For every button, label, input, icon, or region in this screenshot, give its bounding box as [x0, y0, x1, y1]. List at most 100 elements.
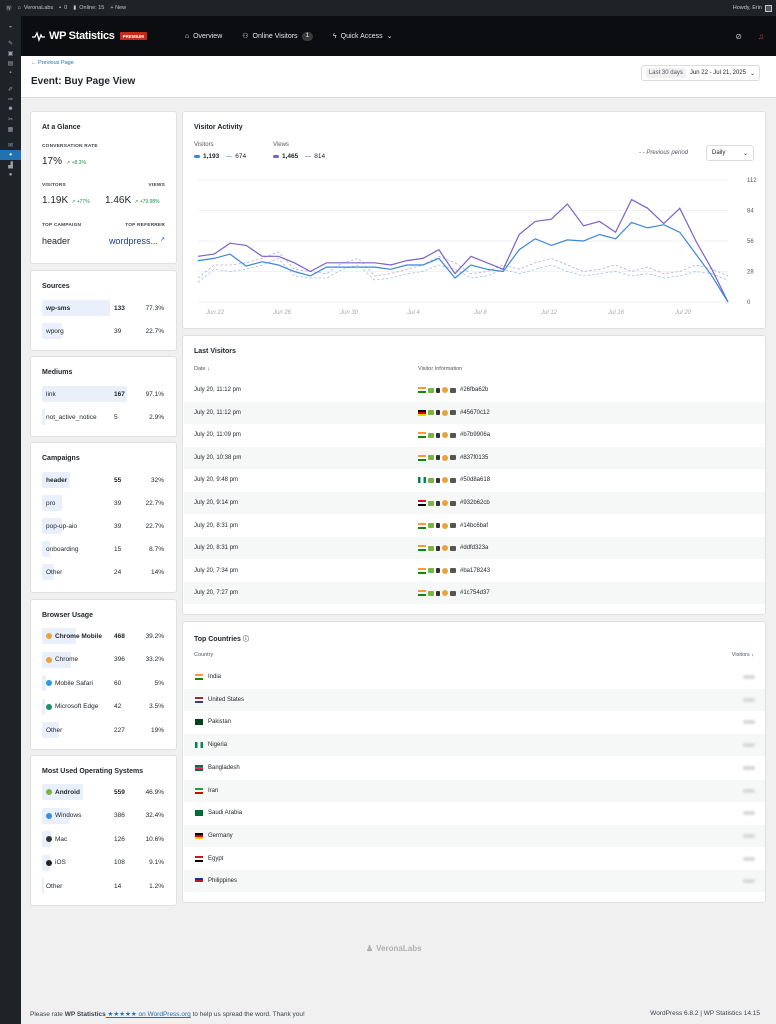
- period-select[interactable]: Daily ⌄: [706, 145, 754, 161]
- country-row[interactable]: Bangladesh: [184, 757, 765, 779]
- browsers-row[interactable]: Microsoft Edge 42 3.5%: [42, 698, 164, 715]
- table-row[interactable]: July 20, 9:48 pm #50d8a618: [184, 469, 765, 491]
- veronalabs-label: VeronaLabs: [376, 944, 422, 953]
- campaigns-row[interactable]: header 55 32%: [42, 472, 164, 488]
- row-percent: 19%: [150, 726, 164, 734]
- os-row[interactable]: Windows 386 32.4%: [42, 807, 164, 824]
- visitor-hash-link[interactable]: #1c754d37: [460, 590, 490, 596]
- os-row[interactable]: iOS 108 9.1%: [42, 854, 164, 871]
- visitor-hash-link[interactable]: #45670c12: [460, 410, 490, 416]
- os-row[interactable]: Other 14 1.2%: [42, 878, 164, 894]
- visitor-icons: #45670c12: [418, 409, 490, 416]
- table-row[interactable]: July 20, 11:12 pm #26fba62b: [184, 379, 765, 401]
- reports-icon[interactable]: ▟: [0, 160, 21, 170]
- os-row[interactable]: Mac 126 10.6%: [42, 831, 164, 847]
- posts-icon[interactable]: ✎: [0, 38, 21, 48]
- previous-page-link[interactable]: ← Previous Page: [31, 60, 74, 66]
- row-label-text: Chrome: [55, 656, 79, 663]
- os-icon: [428, 523, 434, 529]
- comments-link[interactable]: ▪ 0: [59, 5, 67, 11]
- site-name[interactable]: ⌂ VeronaLabs: [18, 5, 54, 11]
- visitor-hash-link[interactable]: #b7b9906a: [460, 432, 490, 438]
- new-link[interactable]: + New: [110, 5, 126, 11]
- check-circle-icon[interactable]: ⊘: [735, 32, 742, 41]
- row-percent: 10.6%: [145, 835, 164, 843]
- statistics-icon[interactable]: ◕: [0, 150, 21, 160]
- page-title: Event: Buy Page View: [31, 76, 136, 87]
- rate-link[interactable]: ★★★★★ on WordPress.org: [106, 1011, 191, 1018]
- table-row[interactable]: July 20, 8:31 pm #ddfd323a: [184, 537, 765, 560]
- row-count: 14: [114, 882, 122, 890]
- wp-statistics-logo[interactable]: WP Statistics PREMIUM: [31, 30, 147, 42]
- visitors-column-header[interactable]: Visitors ↓: [732, 652, 754, 658]
- date-range-picker[interactable]: Last 30 days Jun 22 - Jul 21, 2025 ⌄: [640, 65, 760, 81]
- appearance-icon[interactable]: ✐: [0, 84, 21, 94]
- table-row[interactable]: July 20, 10:38 pm #837f0135: [184, 446, 765, 469]
- mail-icon[interactable]: ✉: [0, 140, 21, 150]
- os-row[interactable]: Android 559 46.9%: [42, 784, 164, 800]
- table-row[interactable]: July 20, 7:27 pm #1c754d37: [184, 582, 765, 605]
- table-row[interactable]: July 20, 9:14 pm #932b62cb: [184, 492, 765, 514]
- table-row[interactable]: July 20, 8:31 pm #14bc6baf: [184, 515, 765, 537]
- visitor-hash-link[interactable]: #14bc6baf: [460, 523, 488, 529]
- campaigns-row[interactable]: pro 39 22.7%: [42, 495, 164, 511]
- bell-icon[interactable]: ♫: [758, 32, 764, 41]
- table-row[interactable]: July 20, 11:12 pm #45670c12: [184, 401, 765, 424]
- visitor-hash-link[interactable]: #ddfd323a: [460, 545, 488, 551]
- account-menu[interactable]: Howdy, Erin: [733, 4, 772, 12]
- row-label: pro: [46, 500, 55, 507]
- country-row[interactable]: India: [184, 666, 765, 688]
- visitor-hash-link[interactable]: #26fba62b: [460, 387, 488, 393]
- mediums-row[interactable]: link 167 97.1%: [42, 386, 164, 402]
- plugins-icon[interactable]: ✑: [0, 94, 21, 104]
- sources-row[interactable]: wp-sms 133 77.3%: [42, 300, 164, 316]
- country-row[interactable]: Nigeria: [184, 734, 765, 757]
- pages-icon[interactable]: ▤: [0, 58, 21, 68]
- browsers-row[interactable]: Mobile Safari 60 5%: [42, 675, 164, 691]
- visitor-hash-link[interactable]: #ba178243: [460, 568, 490, 574]
- row-label: header: [46, 477, 67, 484]
- collapse-icon[interactable]: ●: [0, 170, 21, 180]
- nav-overview[interactable]: ⌂ Overview: [185, 33, 222, 40]
- campaigns-row[interactable]: Other 24 14%: [42, 564, 164, 580]
- bangladesh-flag-icon: [195, 764, 203, 771]
- nav-quick-access[interactable]: ϟ Quick Access ⌄: [333, 32, 393, 41]
- row-label: Mac: [46, 836, 67, 843]
- media-icon[interactable]: ▣: [0, 48, 21, 58]
- wordpress-logo-icon[interactable]: Ⓦ: [6, 4, 12, 12]
- country-row[interactable]: United States: [184, 688, 765, 711]
- user-icon: [450, 500, 456, 506]
- browsers-row[interactable]: Chrome 396 33.2%: [42, 651, 164, 668]
- campaigns-row[interactable]: pop-up-aio 39 22.7%: [42, 518, 164, 534]
- visitor-hash-link[interactable]: #50d8a618: [460, 477, 490, 483]
- users-icon[interactable]: ☻: [0, 104, 21, 114]
- dashboard-icon[interactable]: ◒: [0, 22, 21, 32]
- country-row[interactable]: Egypt: [184, 848, 765, 870]
- date-column-header[interactable]: Date ↓: [194, 366, 210, 372]
- visitor-hash-link[interactable]: #837f0135: [460, 455, 488, 461]
- settings-icon[interactable]: ▦: [0, 124, 21, 134]
- country-row[interactable]: Saudi Arabia: [184, 802, 765, 824]
- india-flag-icon: [418, 590, 426, 597]
- device-icon: [436, 545, 440, 551]
- top-referrer-link[interactable]: wordpress... ↗: [109, 236, 165, 246]
- mediums-row[interactable]: not_active_notice 5 2.9%: [42, 409, 164, 425]
- tools-icon[interactable]: ✂: [0, 114, 21, 124]
- country-row[interactable]: Pakistan: [184, 711, 765, 733]
- table-row[interactable]: July 20, 11:09 pm #b7b9906a: [184, 424, 765, 446]
- visitor-hash-link[interactable]: #932b62cb: [460, 500, 490, 506]
- info-icon[interactable]: ⓘ: [243, 637, 249, 643]
- online-link[interactable]: ▮ Online: 15: [73, 5, 104, 11]
- previous-period-legend[interactable]: - - Previous period: [639, 150, 688, 156]
- nav-online-visitors[interactable]: ⚇ Online Visitors 1: [242, 31, 313, 41]
- campaigns-row[interactable]: onboarding 15 8.7%: [42, 541, 164, 557]
- country-row[interactable]: Iran: [184, 779, 765, 802]
- table-row[interactable]: July 20, 7:34 pm #ba178243: [184, 560, 765, 582]
- country-row[interactable]: Germany: [184, 824, 765, 847]
- sources-row[interactable]: wporg 39 22.7%: [42, 323, 164, 339]
- comments-icon[interactable]: ▪: [0, 68, 21, 78]
- country-row[interactable]: Philippines: [184, 870, 765, 893]
- browsers-row[interactable]: Other 227 19%: [42, 722, 164, 738]
- brand-name: WP Statistics: [49, 30, 115, 42]
- browsers-row[interactable]: Chrome Mobile 468 39.2%: [42, 628, 164, 644]
